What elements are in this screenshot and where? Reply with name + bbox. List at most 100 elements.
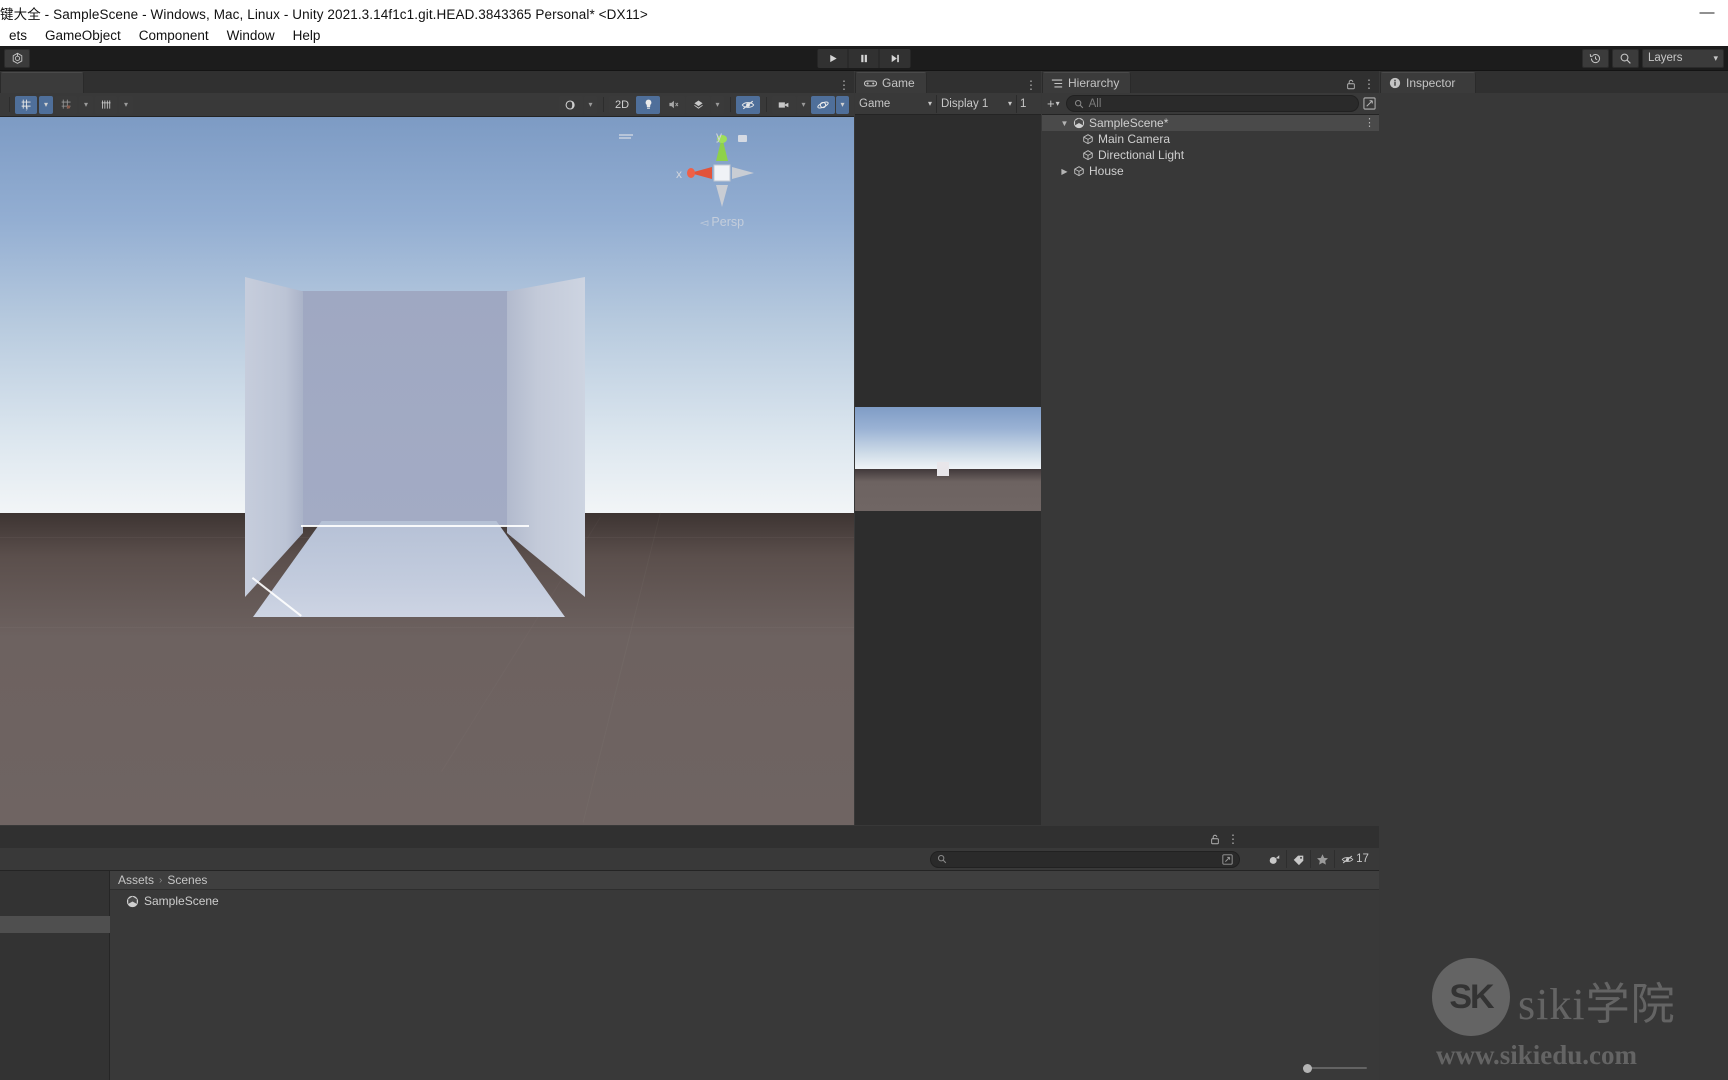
hierarchy-tabstrip: Hierarchy ⋮ <box>1042 71 1379 93</box>
scene-tab-controls: ⋮ <box>838 79 850 91</box>
audio-mute-icon[interactable] <box>661 95 685 114</box>
project-asset-item[interactable]: SampleScene <box>110 892 1379 910</box>
step-button[interactable] <box>879 48 911 68</box>
breadcrumb-separator: › <box>159 874 163 886</box>
shaded-icon[interactable] <box>559 95 583 114</box>
scene-viewport[interactable]: x y ◅ Persp <box>0 117 854 825</box>
pivot-dropdown-arrow[interactable]: ▾ <box>39 95 53 114</box>
grid-snap-dropdown-arrow[interactable]: ▾ <box>79 95 93 114</box>
hierarchy-toolbar: + ▾ All <box>1042 93 1379 115</box>
breadcrumb: Assets › Scenes <box>110 871 1379 890</box>
menu-item-component[interactable]: Component <box>130 28 218 43</box>
game-viewport[interactable] <box>855 115 1041 825</box>
type-filter-icon[interactable] <box>1263 850 1287 868</box>
unity-cloud-icon[interactable] <box>4 48 30 68</box>
scene-orientation-gizmo[interactable]: x y ◅ Persp <box>619 127 768 229</box>
kebab-menu-icon[interactable]: ⋮ <box>838 79 850 91</box>
plus-icon: + <box>1047 96 1055 111</box>
house-gameobject[interactable] <box>245 277 585 617</box>
project-filter-buttons: 17 <box>1263 850 1375 868</box>
effects-icon[interactable] <box>686 95 710 114</box>
breadcrumb-item-assets[interactable]: Assets <box>118 873 154 887</box>
game-display-dropdown[interactable]: Display 1 ▾ <box>937 94 1017 113</box>
house-left-wall <box>245 277 303 597</box>
playback-controls <box>817 48 911 68</box>
menu-item-gameobject[interactable]: GameObject <box>36 28 130 43</box>
divider <box>766 97 767 112</box>
search-icon[interactable] <box>1612 48 1639 68</box>
hierarchy-item-directional-light[interactable]: Directional Light <box>1042 147 1379 163</box>
scene-camera-icon[interactable] <box>772 95 796 114</box>
save-search-icon[interactable] <box>1222 853 1233 865</box>
hierarchy-tab-controls: ⋮ <box>1346 78 1375 90</box>
hierarchy-item-main-camera[interactable]: Main Camera <box>1042 131 1379 147</box>
hierarchy-item-house[interactable]: ▶ House <box>1042 163 1379 179</box>
hierarchy-view-options-icon[interactable] <box>1363 97 1376 110</box>
pause-button[interactable] <box>848 48 880 68</box>
project-folder-tree[interactable] <box>0 871 110 1080</box>
unity-scene-icon <box>1073 117 1085 129</box>
shading-dropdown-arrow[interactable]: ▾ <box>584 95 597 114</box>
label-filter-icon[interactable] <box>1287 850 1311 868</box>
project-search-input[interactable] <box>930 850 1240 868</box>
play-button[interactable] <box>817 48 849 68</box>
effects-dropdown-arrow[interactable]: ▾ <box>711 95 724 114</box>
grid-visibility-dropdown-arrow[interactable]: ▾ <box>119 95 133 114</box>
tab-inspector[interactable]: Inspector <box>1380 72 1476 93</box>
expand-triangle-icon[interactable]: ▼ <box>1060 119 1069 128</box>
hidden-count-indicator[interactable]: 17 <box>1335 850 1375 868</box>
center-pivot-icon[interactable]: y <box>15 95 37 114</box>
kebab-menu-icon[interactable]: ⋮ <box>1227 833 1239 845</box>
toolbar-left-group <box>0 48 30 68</box>
kebab-menu-icon[interactable]: ⋮ <box>1363 78 1375 90</box>
lock-icon[interactable] <box>1346 79 1356 90</box>
camera-dropdown-arrow[interactable]: ▾ <box>797 95 810 114</box>
expand-triangle-icon[interactable]: ▶ <box>1060 167 1069 176</box>
light-bulb-icon[interactable] <box>636 95 660 114</box>
history-icon[interactable] <box>1582 48 1609 68</box>
grid-snap-icon[interactable] <box>55 95 77 114</box>
hierarchy-item-label: SampleScene* <box>1089 116 1169 130</box>
gizmos-dropdown-arrow[interactable]: ▾ <box>836 95 849 114</box>
breadcrumb-item-scenes[interactable]: Scenes <box>167 873 207 887</box>
project-asset-label: SampleScene <box>144 894 219 908</box>
hierarchy-panel: Hierarchy ⋮ + ▾ All ▼ SampleScene* ⋮ Mai… <box>1042 71 1379 825</box>
hierarchy-add-button[interactable]: + ▾ <box>1045 96 1062 111</box>
kebab-menu-icon[interactable]: ⋮ <box>1025 79 1037 91</box>
2d-toggle-button[interactable]: 2D <box>609 95 635 114</box>
visibility-off-icon[interactable] <box>736 95 760 114</box>
layers-dropdown[interactable]: Layers ▾ <box>1642 48 1724 68</box>
project-tab-controls: ⋮ <box>1210 833 1239 845</box>
hierarchy-item-label: House <box>1089 164 1124 178</box>
grid-visibility-icon[interactable] <box>95 95 117 114</box>
hierarchy-item-label: Directional Light <box>1098 148 1185 162</box>
gizmo-projection-label[interactable]: ◅ Persp <box>700 215 744 229</box>
project-tabstrip: ⋮ <box>0 826 1379 848</box>
project-content-area[interactable]: Assets › Scenes SampleScene <box>110 871 1379 1080</box>
game-aspect-dropdown[interactable]: Game ▾ <box>855 94 937 113</box>
gizmos-icon[interactable] <box>811 95 835 114</box>
kebab-menu-icon[interactable]: ⋮ <box>1364 118 1375 129</box>
game-aspect-label: Game <box>859 97 891 110</box>
project-toolbar: 17 <box>0 848 1379 871</box>
project-zoom-slider[interactable] <box>1303 1062 1367 1074</box>
layers-label: Layers <box>1648 52 1683 64</box>
house-edge-highlight <box>301 525 529 527</box>
tab-hierarchy[interactable]: Hierarchy <box>1042 72 1132 93</box>
hierarchy-search-input[interactable]: All <box>1065 95 1359 112</box>
hierarchy-item-samplescene[interactable]: ▼ SampleScene* ⋮ <box>1042 115 1379 131</box>
slider-knob[interactable] <box>1303 1063 1312 1073</box>
tab-scene[interactable] <box>0 72 84 93</box>
minimize-button[interactable]: — <box>1692 2 1722 24</box>
menu-bar: ets GameObject Component Window Help <box>0 25 1728 46</box>
grid-line <box>0 627 854 628</box>
menu-item-assets[interactable]: ets <box>0 28 36 43</box>
tab-game[interactable]: Game <box>855 72 927 93</box>
window-title: 键大全 - SampleScene - Windows, Mac, Linux … <box>0 6 648 22</box>
gameobject-icon <box>1082 149 1094 161</box>
menu-item-window[interactable]: Window <box>218 28 284 43</box>
menu-item-help[interactable]: Help <box>284 28 330 43</box>
favorite-filter-icon[interactable] <box>1311 850 1335 868</box>
unity-editor-window: 键大全 - SampleScene - Windows, Mac, Linux … <box>0 0 1728 1080</box>
lock-icon[interactable] <box>1210 834 1220 845</box>
